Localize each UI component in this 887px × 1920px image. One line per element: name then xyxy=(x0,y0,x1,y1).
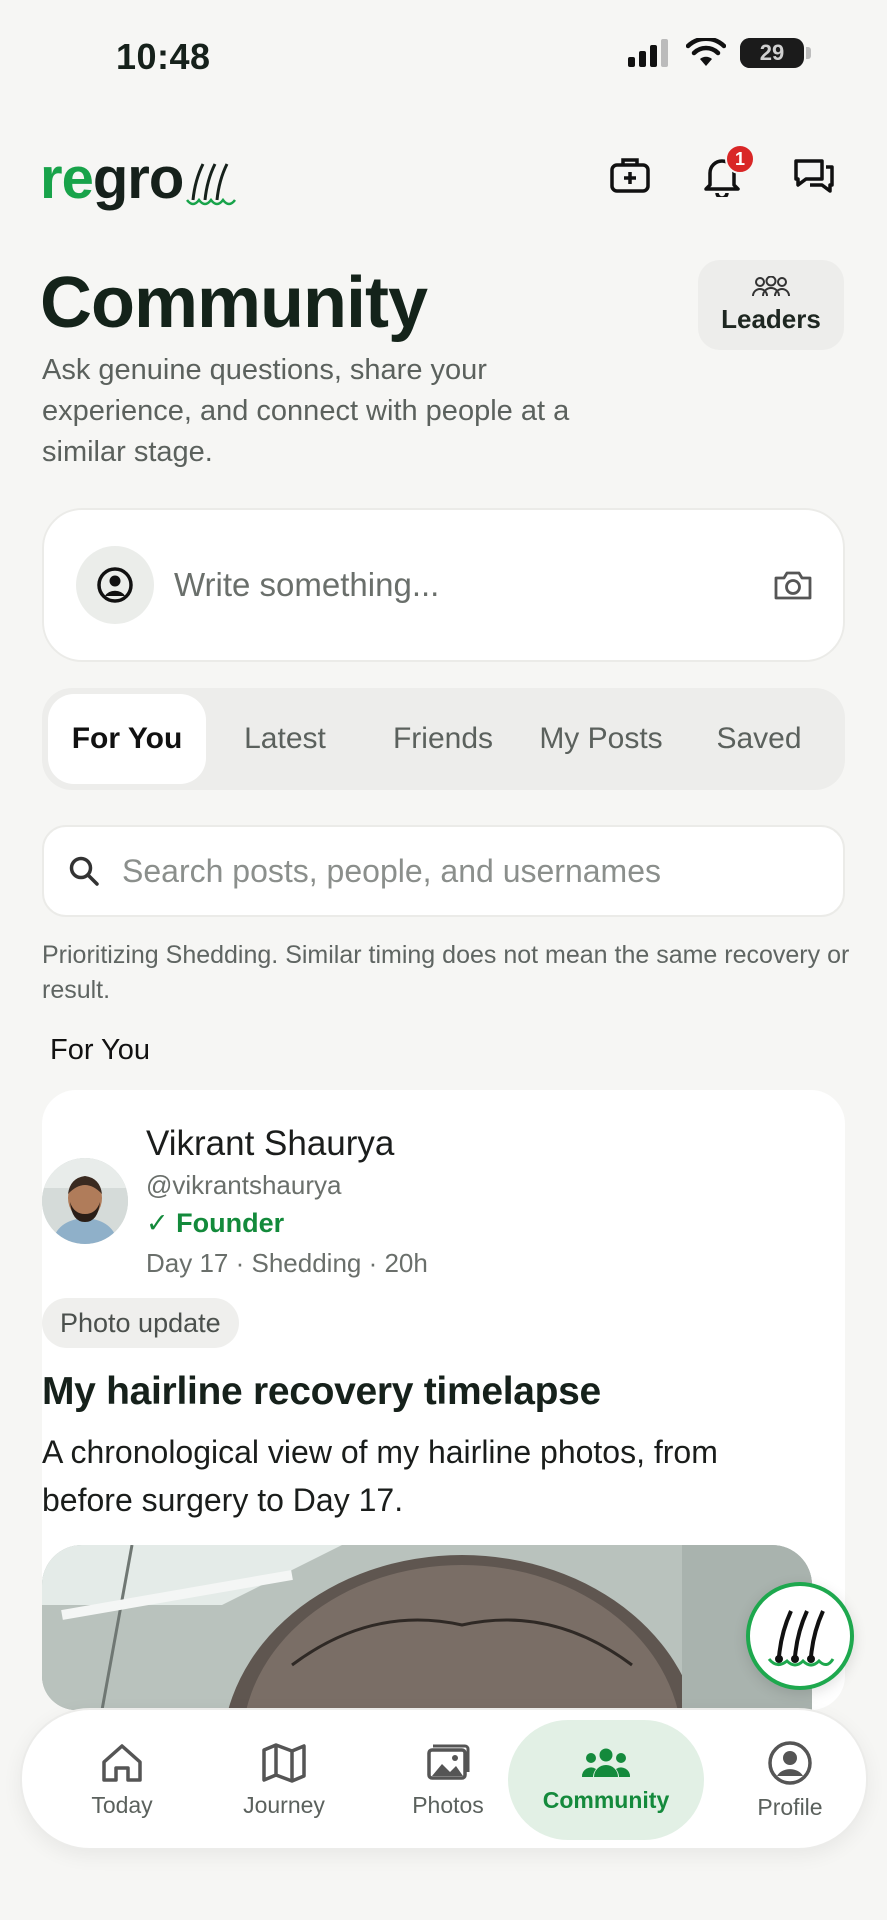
post-author[interactable]: Vikrant Shaurya xyxy=(146,1124,394,1164)
user-avatar xyxy=(76,546,154,624)
post-card[interactable]: Vikrant Shaurya @vikrantshaurya ✓ Founde… xyxy=(42,1090,845,1710)
section-label: For You xyxy=(50,1034,150,1066)
author-avatar[interactable] xyxy=(42,1158,128,1244)
medical-kit-button[interactable] xyxy=(607,152,653,198)
nav-journey[interactable]: Journey xyxy=(218,1720,350,1840)
nav-label-today: Today xyxy=(91,1791,153,1818)
profile-icon xyxy=(768,1740,812,1785)
tab-friends[interactable]: Friends xyxy=(364,694,522,784)
hair-follicle-icon xyxy=(767,1610,835,1667)
post-handle: @vikrantshaurya xyxy=(146,1170,342,1200)
chat-icon xyxy=(794,159,834,193)
hair-follicle-icon xyxy=(186,163,237,206)
nav-label-profile: Profile xyxy=(757,1793,823,1820)
map-icon xyxy=(262,1742,306,1783)
wifi-icon xyxy=(686,38,726,66)
notification-badge: 1 xyxy=(725,144,755,174)
tab-my-posts[interactable]: My Posts xyxy=(522,694,680,784)
post-meta: Day 17 · Shedding · 20h xyxy=(146,1248,428,1278)
bottom-navigation: Today Journey Photos Community Profile xyxy=(20,1708,868,1850)
camera-icon[interactable] xyxy=(773,569,813,601)
status-icons: 29 xyxy=(628,38,811,68)
status-time: 10:48 xyxy=(116,36,211,77)
tab-for-you[interactable]: For You xyxy=(48,694,206,784)
search-input[interactable] xyxy=(100,852,819,890)
leaders-button[interactable]: Leaders xyxy=(698,260,844,350)
nav-today[interactable]: Today xyxy=(62,1720,182,1840)
post-title: My hairline recovery timelapse xyxy=(42,1370,601,1413)
author-role-badge: ✓ Founder xyxy=(146,1208,285,1238)
app-logo[interactable]: regro xyxy=(40,150,237,208)
medical-kit-icon xyxy=(610,158,650,193)
notifications-button[interactable]: 1 xyxy=(699,144,755,198)
page-subtitle: Ask genuine questions, share your experi… xyxy=(42,354,570,468)
header-actions: 1 xyxy=(607,144,837,198)
nav-community[interactable]: Community xyxy=(508,1720,704,1840)
post-tag: Photo update xyxy=(42,1298,239,1348)
leaders-label: Leaders xyxy=(721,303,821,334)
nav-photos[interactable]: Photos xyxy=(382,1720,514,1840)
nav-label-journey: Journey xyxy=(243,1791,325,1818)
home-icon xyxy=(102,1743,142,1782)
tab-latest[interactable]: Latest xyxy=(206,694,364,784)
feed-note: Prioritizing Shedding. Similar timing do… xyxy=(42,941,850,1004)
community-icon xyxy=(581,1748,631,1777)
nav-label-photos: Photos xyxy=(412,1791,484,1818)
post-body: A chronological view of my hairline phot… xyxy=(42,1434,718,1518)
search-icon xyxy=(69,856,99,886)
photos-icon xyxy=(427,1744,470,1780)
post-composer[interactable] xyxy=(42,508,845,662)
messages-button[interactable] xyxy=(791,152,837,198)
group-icon xyxy=(752,275,790,296)
signal-icon xyxy=(628,39,668,67)
nav-profile[interactable]: Profile xyxy=(730,1720,850,1840)
battery-icon: 29 xyxy=(740,38,804,68)
regro-assistant-button[interactable] xyxy=(746,1582,854,1690)
feed-tabs: For You Latest Friends My Posts Saved xyxy=(42,688,845,790)
page-title: Community xyxy=(40,263,428,343)
composer-input[interactable] xyxy=(154,566,773,604)
tab-saved[interactable]: Saved xyxy=(680,694,838,784)
user-circle-icon xyxy=(97,567,133,603)
post-image[interactable] xyxy=(42,1545,812,1710)
search-bar[interactable] xyxy=(42,825,845,917)
nav-label-community: Community xyxy=(542,1786,670,1813)
